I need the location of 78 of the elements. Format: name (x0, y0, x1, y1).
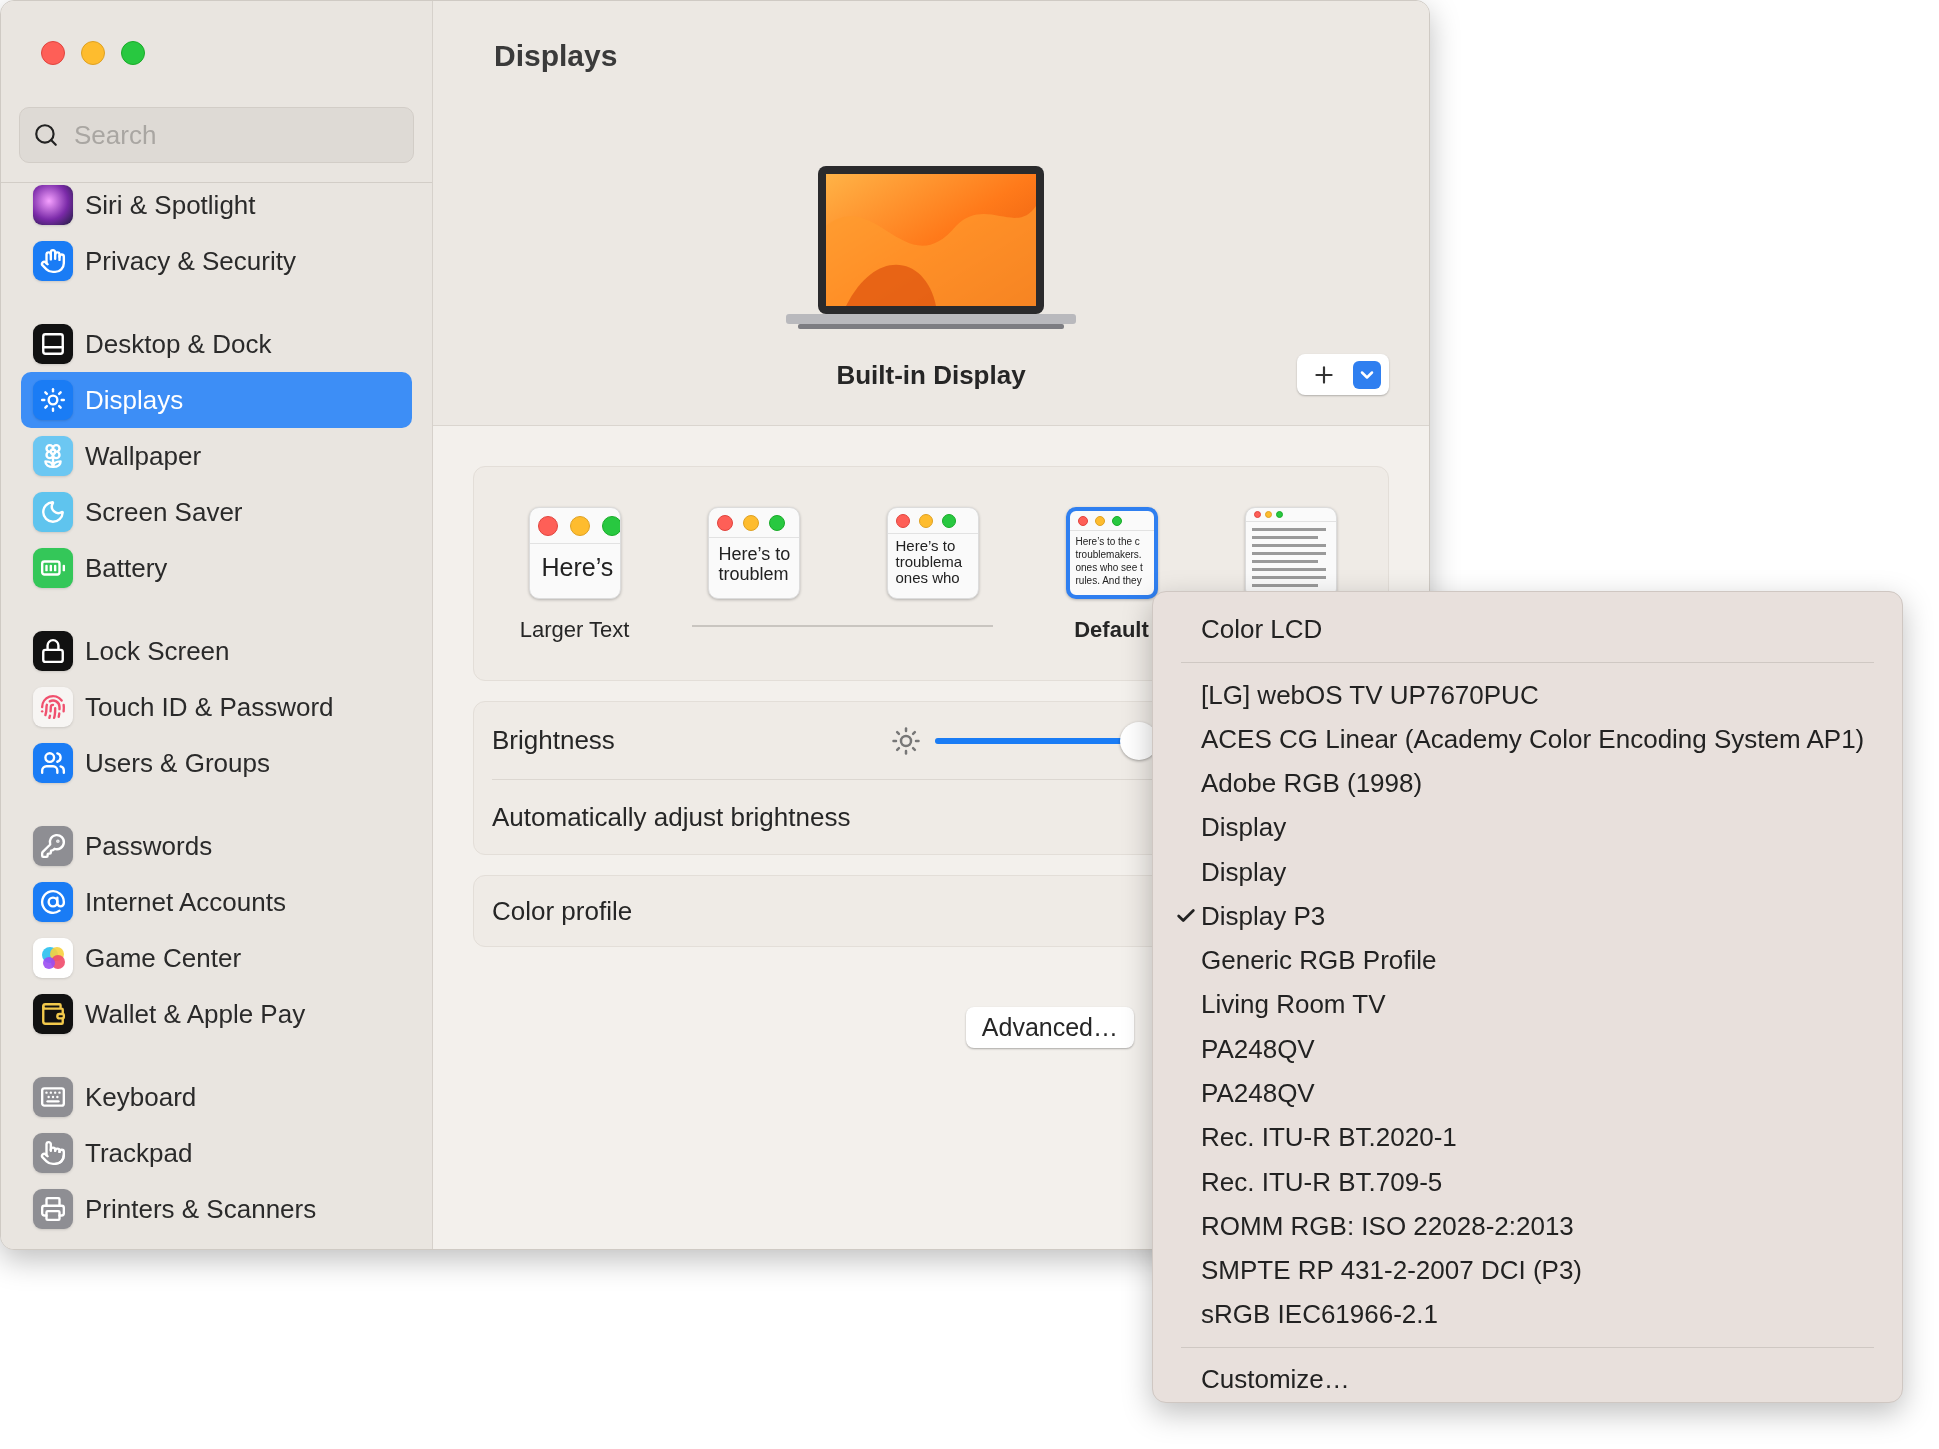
menu-item[interactable]: Customize… (1181, 1357, 1874, 1402)
menu-item[interactable]: Display (1181, 805, 1874, 851)
window-controls-icon (1077, 515, 1122, 526)
sidebar-item[interactable]: Trackpad (21, 1125, 412, 1181)
window-controls-icon (1253, 511, 1283, 518)
menu-item[interactable]: Rec. ITU-R BT.709-5 (1181, 1159, 1874, 1205)
minimize-button[interactable] (81, 41, 105, 65)
menu-item[interactable]: sRGB IEC61966-2.1 (1181, 1292, 1874, 1337)
sidebar-item[interactable]: Siri & Spotlight (21, 177, 412, 233)
preview-text: Here’s to the c troublemakers. ones who see t rules. And they (1074, 535, 1144, 587)
menu-item[interactable]: PA248QV (1181, 1027, 1874, 1072)
menu-item[interactable]: [LG] webOS TV UP7670PUC (1181, 672, 1874, 718)
dock-icon (33, 324, 73, 364)
zoom-button[interactable] (121, 41, 145, 65)
sidebar-item[interactable]: Wallet & Apple Pay (21, 986, 412, 1042)
menu-item[interactable]: ROMM RGB: ISO 22028-2:2013 (1181, 1204, 1874, 1249)
sidebar-item[interactable]: Lock Screen (21, 623, 412, 679)
advanced-button[interactable]: Advanced… (965, 1007, 1134, 1048)
at-sign-icon (33, 882, 73, 922)
display-name: Built-in Display (836, 359, 1026, 392)
option-label: Larger Text (519, 616, 630, 644)
add-display-button[interactable] (1297, 354, 1389, 395)
menu-item[interactable]: Adobe RGB (1998) (1181, 761, 1874, 806)
chevron-down-icon (1353, 360, 1381, 389)
hand-icon (33, 241, 73, 281)
key-icon (33, 826, 73, 866)
menu-item[interactable]: Display P3 (1181, 894, 1874, 939)
preview-text: Here’s to troublema ones who (894, 536, 964, 586)
sidebar-item[interactable]: Keyboard (21, 1069, 412, 1125)
text-size-option[interactable]: Here’s to troublema ones who (886, 507, 979, 599)
sidebar-item[interactable]: Desktop & Dock (21, 316, 412, 372)
sun-icon (891, 725, 921, 756)
flower-icon (33, 436, 73, 476)
sidebar-item[interactable]: Users & Groups (21, 735, 412, 791)
menu-item[interactable]: Display (1181, 850, 1874, 895)
sidebar-item[interactable]: Touch ID & Password (21, 679, 412, 735)
pointer-icon (33, 1133, 73, 1173)
users-icon (33, 743, 73, 783)
window-controls-icon (537, 515, 620, 536)
menu-item[interactable]: PA248QV (1181, 1071, 1874, 1116)
moon-icon (33, 492, 73, 532)
window-controls-icon (716, 514, 785, 531)
sidebar-item[interactable]: Privacy & Security (21, 233, 412, 289)
window-title: Displays (494, 38, 619, 74)
text-size-option[interactable]: Here’s (528, 507, 621, 599)
bubbles-icon (33, 938, 73, 978)
sidebar-item[interactable]: Passwords (21, 818, 412, 874)
preview-text: Here’s (540, 552, 615, 582)
battery-icon (33, 548, 73, 588)
sun-icon (33, 380, 73, 420)
option-label: Default (1074, 616, 1149, 644)
menu-item[interactable]: Generic RGB Profile (1181, 938, 1874, 983)
sidebar-item[interactable]: Game Center (21, 930, 412, 986)
sidebar-item[interactable]: Screen Saver (21, 484, 412, 540)
menu-item[interactable]: Color LCD (1181, 608, 1874, 652)
menu-item[interactable]: Rec. ITU-R BT.2020-1 (1181, 1115, 1874, 1160)
keyboard-icon (33, 1077, 73, 1117)
text-size-option[interactable]: Here’s to troublem (707, 507, 800, 599)
sidebar-item[interactable]: Printers & Scanners (21, 1181, 412, 1237)
sidebar-item[interactable]: Wallpaper (21, 428, 412, 484)
menu-item[interactable]: SMPTE RP 431-2-2007 DCI (P3) (1181, 1248, 1874, 1293)
window-controls-icon (895, 513, 956, 528)
orb-icon (33, 185, 73, 225)
menu-item[interactable]: ACES CG Linear (Academy Color Encoding System AP1) (1181, 717, 1874, 762)
color-profile-label: Color profile (492, 894, 633, 928)
wallet-icon (33, 994, 73, 1034)
auto-brightness-label: Automatically adjust brightness (492, 800, 851, 834)
brightness-label: Brightness (492, 724, 615, 757)
close-button[interactable] (41, 41, 65, 65)
text-size-option[interactable]: Here’s to the c troublemakers. ones who see t rules. And they (1065, 507, 1158, 599)
search-icon (33, 122, 59, 148)
preview-text: Here’s to troublem (717, 543, 792, 584)
sidebar-item[interactable]: Battery (21, 540, 412, 596)
menu-item[interactable]: Living Room TV (1181, 982, 1874, 1028)
printer-icon (33, 1189, 73, 1229)
fingerprint-icon (33, 687, 73, 727)
sidebar-item[interactable]: Internet Accounts (21, 874, 412, 930)
lock-icon (33, 631, 73, 671)
